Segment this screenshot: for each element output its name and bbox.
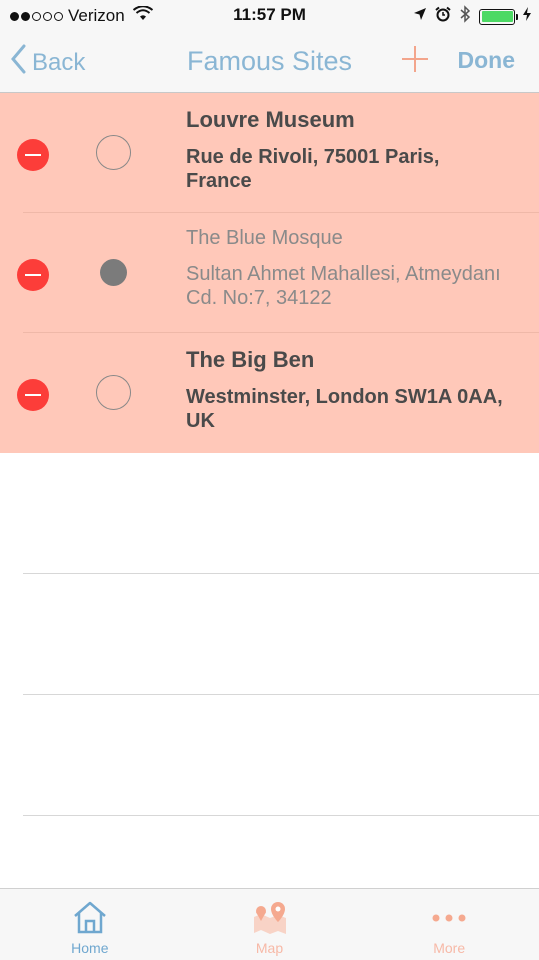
select-radio[interactable] <box>96 135 131 170</box>
list-item-text: The Blue Mosque Sultan Ahmet Mahallesi, … <box>186 227 506 310</box>
status-bar: Verizon 11:57 PM <box>0 0 539 30</box>
done-button[interactable]: Done <box>458 47 516 74</box>
tab-home[interactable]: Home <box>0 889 180 960</box>
delete-button[interactable] <box>17 259 49 291</box>
empty-row <box>0 453 539 574</box>
site-address: Sultan Ahmet Mahallesi, Atmeydanı Cd. No… <box>186 263 501 309</box>
add-button[interactable] <box>400 44 430 79</box>
bluetooth-icon <box>459 5 471 28</box>
tab-label: Home <box>71 940 109 956</box>
site-address: Westminster, London SW1A 0AA, UK <box>186 386 503 432</box>
list-item-text: The Big Ben Westminster, London SW1A 0AA… <box>186 347 506 433</box>
list-item[interactable]: The Blue Mosque Sultan Ahmet Mahallesi, … <box>0 213 539 333</box>
tab-map[interactable]: Map <box>180 889 360 960</box>
sites-list: Louvre Museum Rue de Rivoli, 75001 Paris… <box>0 93 539 816</box>
site-title: Louvre Museum <box>186 107 355 132</box>
map-pin-icon <box>251 899 289 942</box>
row-divider <box>23 815 539 816</box>
tab-label: Map <box>255 940 284 956</box>
navigation-bar: Back Famous Sites Done <box>0 30 539 93</box>
battery-icon <box>479 8 518 25</box>
tab-more[interactable]: More <box>359 889 539 960</box>
more-dots-icon <box>430 899 468 942</box>
delete-button[interactable] <box>17 379 49 411</box>
site-title: The Big Ben <box>186 347 315 372</box>
tab-bar: Home Map More <box>0 888 539 960</box>
site-title: The Blue Mosque <box>186 227 343 249</box>
plus-icon <box>400 46 430 78</box>
list-item[interactable]: Louvre Museum Rue de Rivoli, 75001 Paris… <box>0 93 539 213</box>
status-right <box>413 5 531 28</box>
alarm-icon <box>435 6 451 27</box>
home-icon <box>72 899 108 940</box>
select-radio[interactable] <box>100 259 127 286</box>
select-radio[interactable] <box>96 375 131 410</box>
charging-icon <box>523 7 531 26</box>
delete-button[interactable] <box>17 139 49 171</box>
list-item[interactable]: The Big Ben Westminster, London SW1A 0AA… <box>0 333 539 453</box>
empty-row <box>0 574 539 695</box>
list-item-text: Louvre Museum Rue de Rivoli, 75001 Paris… <box>186 107 506 193</box>
empty-row <box>0 695 539 816</box>
location-arrow-icon <box>413 7 427 26</box>
tab-label: More <box>433 940 466 956</box>
site-address: Rue de Rivoli, 75001 Paris, France <box>186 146 440 192</box>
